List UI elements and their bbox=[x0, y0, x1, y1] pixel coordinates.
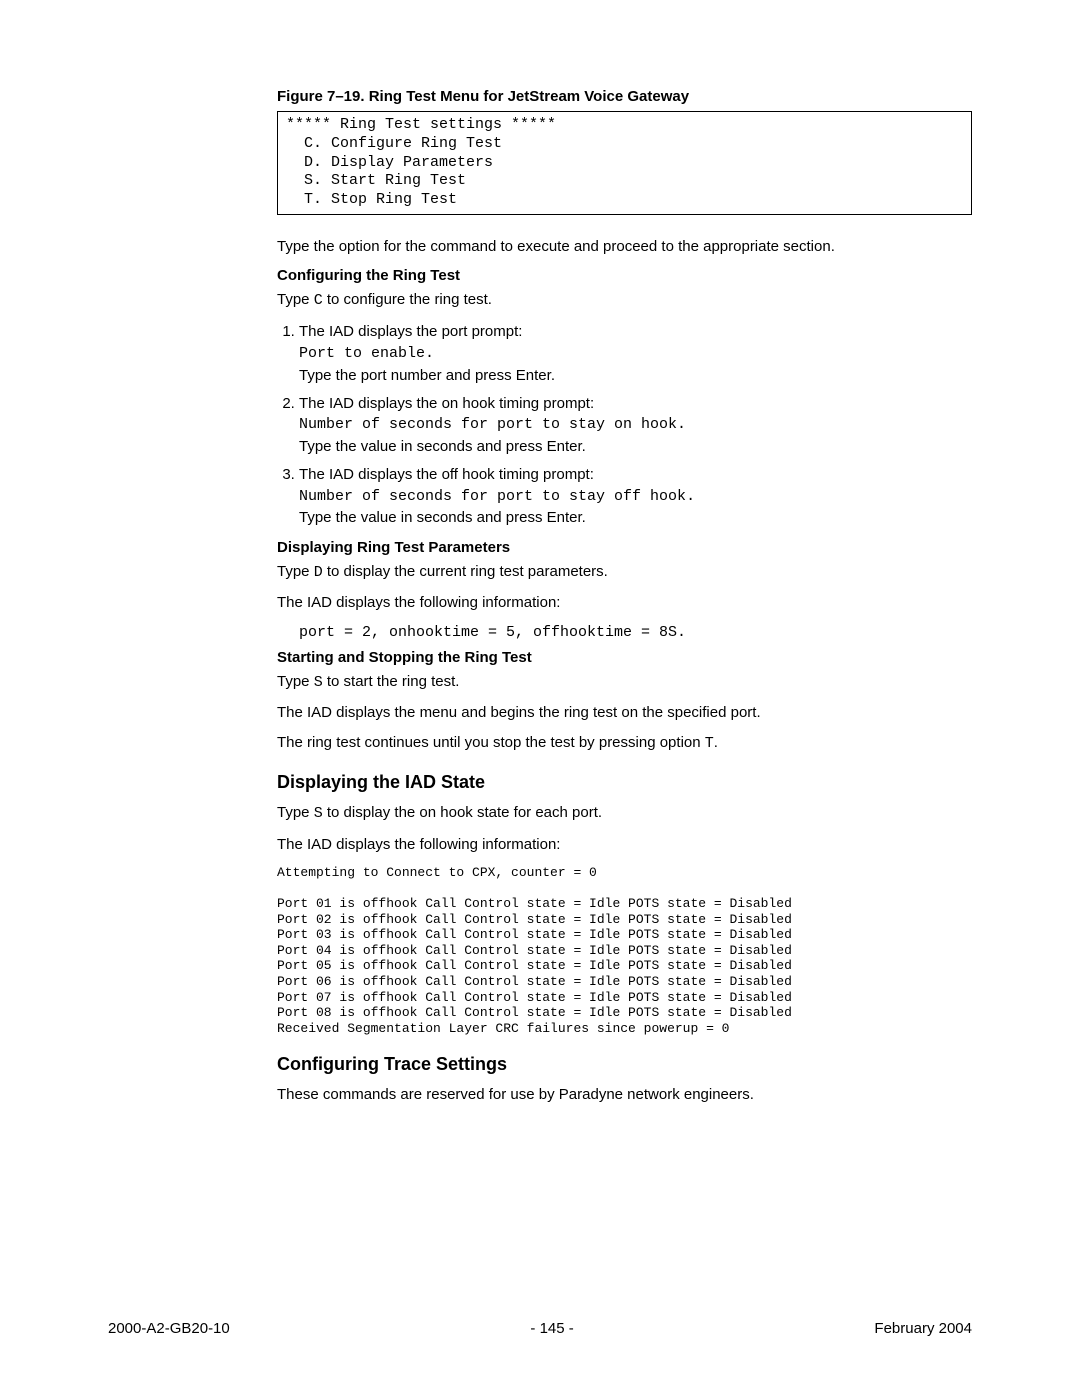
text-fragment: The ring test continues until you stop t… bbox=[277, 734, 705, 751]
iad-info-line: The IAD displays the following informati… bbox=[277, 835, 972, 855]
stop-info-line: The ring test continues until you stop t… bbox=[277, 733, 972, 754]
text-fragment: Type bbox=[277, 673, 314, 690]
start-info-line: The IAD displays the menu and begins the… bbox=[277, 703, 972, 723]
iad-type-line: Type S to display the on hook state for … bbox=[277, 803, 972, 824]
footer-right: February 2004 bbox=[874, 1320, 972, 1337]
step-tail: Type the value in seconds and press Ente… bbox=[299, 438, 586, 455]
inline-code: S bbox=[314, 674, 323, 691]
startstop-heading: Starting and Stopping the Ring Test bbox=[277, 649, 972, 666]
intro-paragraph: Type the option for the command to execu… bbox=[277, 237, 972, 257]
iad-state-heading: Displaying the IAD State bbox=[277, 772, 972, 793]
display-type-line: Type D to display the current ring test … bbox=[277, 562, 972, 583]
steps-list: The IAD displays the port prompt: Port t… bbox=[277, 321, 972, 529]
terminal-listing: ***** Ring Test settings ***** C. Config… bbox=[277, 111, 972, 215]
step-lead: The IAD displays the off hook timing pro… bbox=[299, 466, 594, 483]
config-type-line: Type C to configure the ring test. bbox=[277, 290, 972, 311]
step-code: Number of seconds for port to stay off h… bbox=[299, 486, 972, 508]
text-fragment: to display the on hook state for each po… bbox=[323, 804, 602, 821]
text-fragment: Type bbox=[277, 291, 314, 308]
step-tail: Type the port number and press Enter. bbox=[299, 367, 555, 384]
display-info-line: The IAD displays the following informati… bbox=[277, 593, 972, 613]
text-fragment: Type bbox=[277, 563, 314, 580]
step-code: Number of seconds for port to stay on ho… bbox=[299, 414, 972, 436]
step-item: The IAD displays the port prompt: Port t… bbox=[299, 321, 972, 386]
configuring-ring-test-heading: Configuring the Ring Test bbox=[277, 267, 972, 284]
displaying-params-heading: Displaying Ring Test Parameters bbox=[277, 539, 972, 556]
step-tail: Type the value in seconds and press Ente… bbox=[299, 509, 586, 526]
text-fragment: to configure the ring test. bbox=[323, 291, 492, 308]
document-page: Figure 7–19. Ring Test Menu for JetStrea… bbox=[0, 0, 1080, 1106]
step-lead: The IAD displays the on hook timing prom… bbox=[299, 395, 594, 412]
step-lead: The IAD displays the port prompt: bbox=[299, 323, 522, 340]
text-fragment: . bbox=[714, 734, 718, 751]
step-code: Port to enable. bbox=[299, 343, 972, 365]
inline-code: T bbox=[705, 735, 714, 752]
page-footer: 2000-A2-GB20-10 - 145 - February 2004 bbox=[108, 1320, 972, 1337]
inline-code: S bbox=[314, 805, 323, 822]
step-item: The IAD displays the off hook timing pro… bbox=[299, 464, 972, 529]
figure-caption: Figure 7–19. Ring Test Menu for JetStrea… bbox=[277, 88, 972, 105]
inline-code: C bbox=[314, 292, 323, 309]
step-item: The IAD displays the on hook timing prom… bbox=[299, 393, 972, 458]
port-status-dump: Attempting to Connect to CPX, counter = … bbox=[277, 865, 972, 1037]
trace-body: These commands are reserved for use by P… bbox=[277, 1085, 972, 1105]
display-output: port = 2, onhooktime = 5, offhooktime = … bbox=[299, 624, 972, 641]
inline-code: D bbox=[314, 564, 323, 581]
start-type-line: Type S to start the ring test. bbox=[277, 672, 972, 693]
text-fragment: Type bbox=[277, 804, 314, 821]
text-fragment: to start the ring test. bbox=[323, 673, 460, 690]
footer-center: - 145 - bbox=[530, 1320, 573, 1337]
footer-left: 2000-A2-GB20-10 bbox=[108, 1320, 230, 1337]
trace-settings-heading: Configuring Trace Settings bbox=[277, 1054, 972, 1075]
text-fragment: to display the current ring test paramet… bbox=[323, 563, 608, 580]
